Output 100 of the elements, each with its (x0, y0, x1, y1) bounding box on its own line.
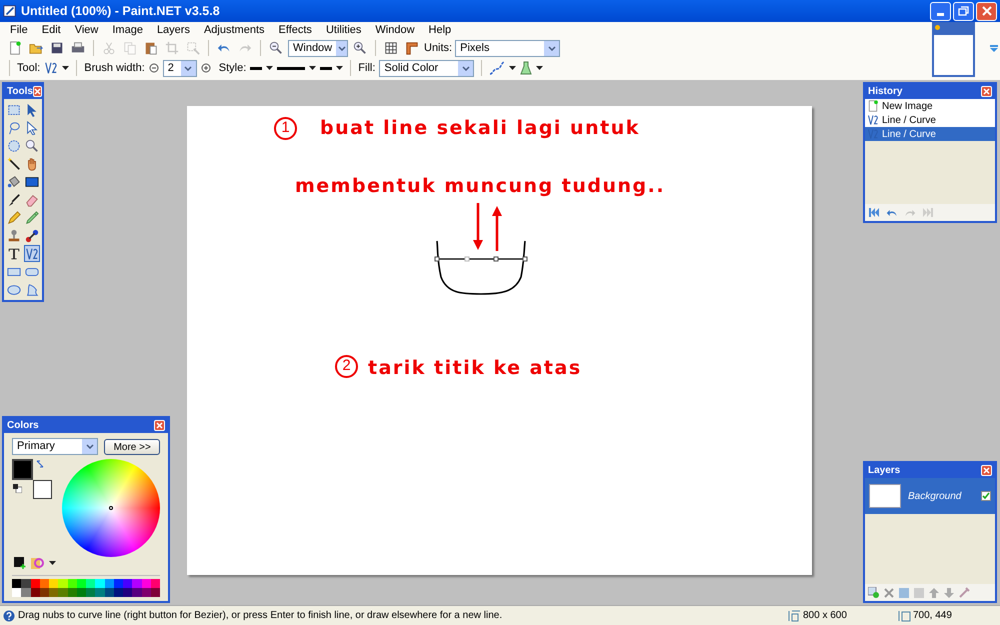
palette-swatch[interactable] (49, 588, 58, 597)
increase-icon[interactable] (200, 63, 211, 73)
dropdown[interactable]: Primary (12, 438, 98, 455)
dashed-square-icon (7, 102, 22, 116)
caret-icon[interactable] (266, 66, 274, 70)
palette-swatch[interactable] (12, 588, 22, 597)
palette-swatch[interactable] (95, 588, 104, 597)
layer-thumbnail (869, 484, 901, 508)
more-button[interactable]: More >> (104, 438, 160, 454)
palette-swatch[interactable] (123, 588, 132, 597)
caret-icon[interactable] (49, 561, 56, 565)
clipboard-icon (144, 41, 158, 55)
add-layer-icon[interactable] (868, 587, 879, 598)
history-item[interactable]: Line / Curve (865, 127, 995, 141)
flask-icon[interactable] (520, 61, 532, 75)
line-curve-icon (867, 114, 879, 126)
primary-color-swatch[interactable] (12, 459, 33, 480)
arrow-up-icon[interactable] (929, 588, 939, 598)
close-button[interactable] (981, 86, 992, 97)
menu-item[interactable]: Effects (272, 22, 319, 38)
menu-item[interactable]: Edit (34, 22, 68, 38)
handwritten-note: tarik titik ke atas (368, 356, 582, 381)
delete-icon[interactable] (884, 588, 894, 598)
folder-icon (29, 41, 43, 55)
chevron-down-icon (86, 444, 94, 449)
menu-item[interactable]: Image (105, 22, 150, 38)
palette-swatch[interactable] (58, 579, 68, 588)
grid-icon (384, 41, 398, 55)
menu-item[interactable]: Window (368, 22, 422, 38)
step-number: 1 (274, 117, 297, 140)
close-button[interactable] (154, 420, 165, 431)
line-end-style[interactable] (320, 66, 332, 70)
caret-icon[interactable] (309, 66, 316, 70)
image-thumbnail[interactable] (932, 22, 975, 77)
antialiasing-icon[interactable] (489, 61, 506, 75)
tool-label: Tool: (17, 60, 40, 76)
palette-swatch[interactable] (86, 579, 96, 588)
menu-item[interactable]: Help (422, 22, 458, 38)
add-color-icon[interactable] (14, 557, 26, 569)
menu-item[interactable]: Layers (150, 22, 197, 38)
pages-icon (123, 41, 137, 55)
palette-swatch[interactable] (21, 588, 30, 597)
palette-swatch[interactable] (132, 588, 142, 597)
line-style[interactable] (277, 66, 306, 70)
palette-swatch[interactable] (58, 588, 68, 597)
close-button[interactable] (981, 465, 992, 476)
palette-swatch[interactable] (95, 579, 104, 588)
brush-width-label: Brush width: (84, 60, 145, 76)
dropper-icon (24, 210, 39, 224)
caret-icon[interactable] (336, 66, 344, 70)
dropdown[interactable]: Pixels (455, 40, 560, 56)
check-icon (982, 492, 990, 500)
brush-icon (7, 192, 22, 206)
style-label: Style: (218, 60, 246, 76)
palette-folder-icon[interactable] (31, 557, 44, 569)
minimize-button[interactable] (930, 2, 951, 20)
dropdown[interactable]: 2 (162, 60, 197, 76)
history-item[interactable]: New Image (865, 99, 995, 113)
caret-icon[interactable] (509, 66, 516, 70)
tool-button[interactable] (24, 227, 40, 244)
menu-item[interactable]: View (68, 22, 106, 38)
swap-icon[interactable] (36, 460, 44, 468)
menu-item[interactable]: File (3, 22, 35, 38)
lasso-icon (7, 120, 22, 134)
palette-swatch[interactable] (86, 588, 96, 597)
palette-swatch[interactable] (132, 579, 142, 588)
zoom-in-icon (353, 41, 367, 55)
palette-swatch[interactable] (12, 579, 22, 588)
page-icon (8, 41, 22, 55)
close-button[interactable] (32, 86, 42, 97)
layer-row[interactable]: Background (865, 478, 995, 514)
pencil-icon (7, 210, 22, 224)
line-curve-icon (867, 128, 879, 140)
dropdown[interactable]: Window (288, 40, 348, 56)
palette-swatch[interactable] (21, 579, 30, 588)
sun-icon (934, 24, 941, 31)
first-icon[interactable] (869, 208, 880, 217)
reset-colors-icon[interactable] (13, 484, 22, 493)
caret-icon[interactable] (536, 66, 544, 70)
close-button[interactable] (976, 2, 997, 20)
visibility-checkbox[interactable] (981, 491, 991, 501)
handwritten-note: buat line sekali lagi untuk (320, 116, 640, 141)
dropdown[interactable]: Solid Color (379, 60, 474, 76)
line-start-style[interactable] (250, 66, 262, 70)
decrease-icon[interactable] (148, 63, 159, 73)
tool-button[interactable] (6, 155, 22, 172)
menu-item[interactable]: Utilities (318, 22, 368, 38)
palette-swatch[interactable] (123, 579, 132, 588)
restore-button[interactable] (953, 2, 974, 20)
secondary-color-swatch[interactable] (33, 480, 52, 499)
caret-icon[interactable] (62, 66, 70, 70)
palette-swatch[interactable] (49, 579, 58, 588)
chevron-down-icon (184, 66, 192, 70)
arrow-down-icon[interactable] (944, 588, 954, 598)
fill-label: Fill: (358, 60, 376, 76)
menu-item[interactable]: Adjustments (196, 22, 272, 38)
tool-button[interactable] (6, 191, 22, 208)
panel-title: Tools (7, 85, 33, 99)
crop-icon (165, 41, 179, 55)
dropdown-arrow-icon[interactable] (990, 45, 998, 53)
